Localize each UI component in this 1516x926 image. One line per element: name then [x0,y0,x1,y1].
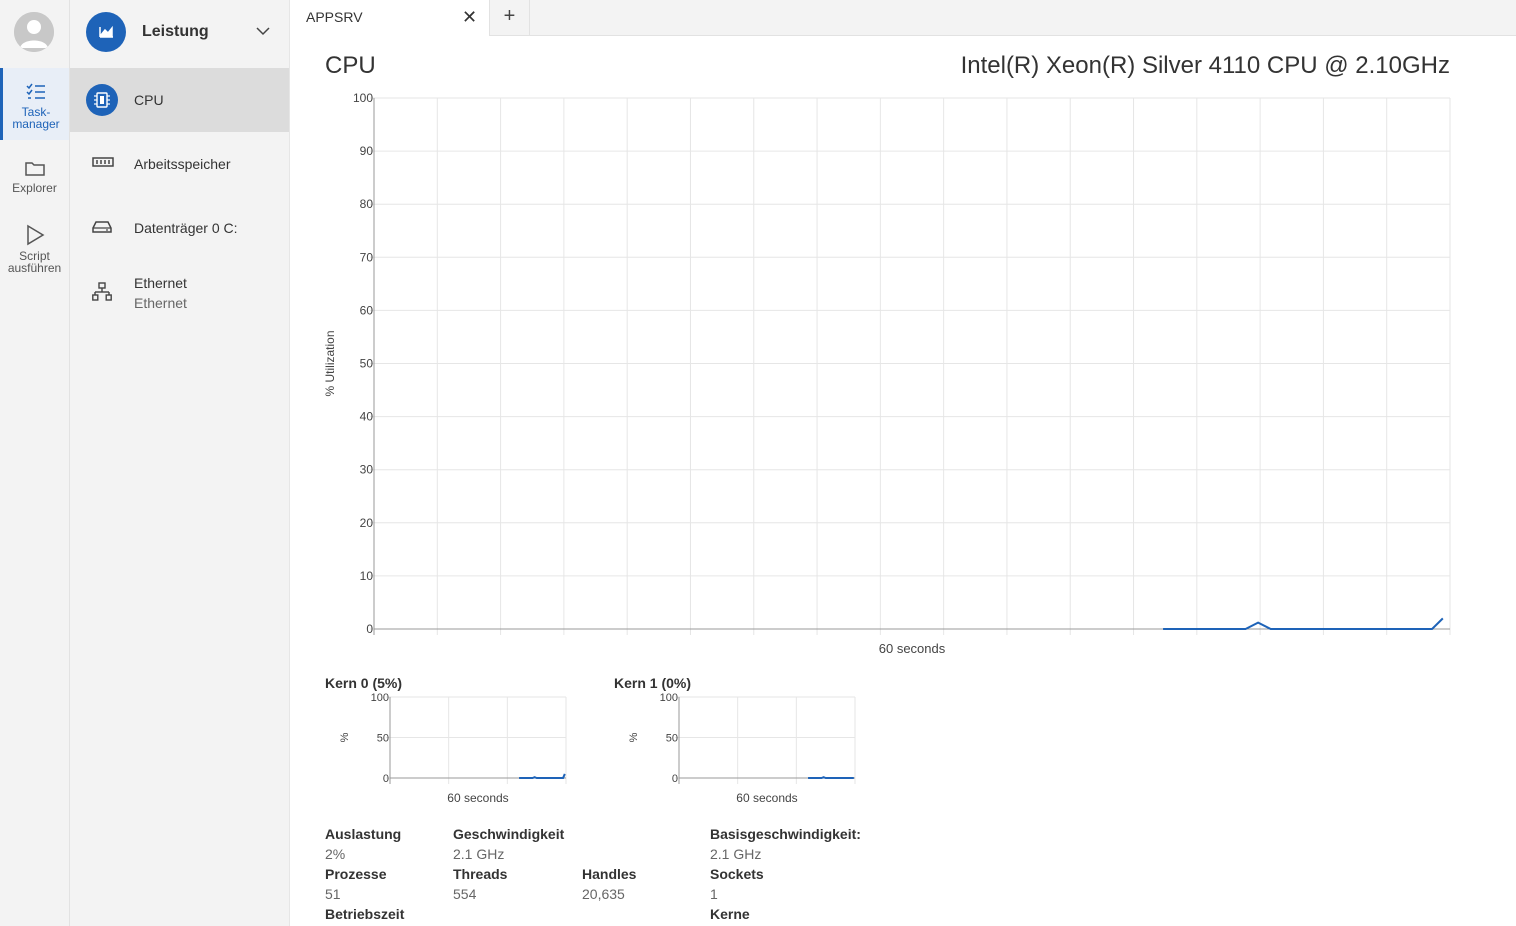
tab-appsrv[interactable]: APPSRV ✕ [290,0,490,36]
rail-item-label: manager [12,117,60,131]
nav-item-ethernet[interactable]: Ethernet Ethernet [70,260,289,324]
cpu-utilization-chart: 0 10 20 30 40 50 60 70 80 90 100 % Utilization 60 se… [323,91,1451,656]
memory-icon [92,157,114,167]
cpu-model-label: Intel(R) Xeon(R) Silver 4110 CPU @ 2.10G… [960,52,1450,79]
nav-item-cpu[interactable]: CPU [70,68,289,132]
nav-item-disk[interactable]: Datenträger 0 C: [70,196,289,260]
nav-item-sublabel: Ethernet [134,295,187,311]
y-tick-label: 100 [371,692,389,704]
stat-value-handles: 20,635 [582,886,625,902]
y-tick-label: 50 [360,357,374,371]
stat-label-betriebszeit: Betriebszeit [325,906,405,922]
nav-item-label: Arbeitsspeicher [134,156,231,172]
category-label: Leistung [142,23,209,40]
rail-item-label: ausführen [7,261,62,275]
category-dropdown[interactable]: Leistung [70,0,289,66]
stat-label-handles: Handles [582,866,637,882]
stat-label-sockets: Sockets [710,866,764,882]
stat-value-auslastung: 2% [325,846,346,862]
x-axis-label: 60 seconds [879,641,946,656]
y-tick-label: 0 [366,622,373,636]
drive-icon [92,221,112,233]
page-title: CPU [325,52,376,79]
y-tick-label: 100 [660,692,678,704]
x-axis-label: 60 seconds [447,791,508,805]
stat-label-threads: Threads [453,866,508,882]
rail-item-taskmanager[interactable]: Task- manager [0,68,69,140]
task-list-icon [26,83,45,99]
stat-label-prozesse: Prozesse [325,866,387,882]
stat-value-sockets: 1 [710,886,718,902]
x-axis-label: 60 seconds [736,791,797,805]
nav-item-label: Datenträger 0 C: [134,220,238,236]
y-tick-label: 10 [360,569,374,583]
avatar[interactable] [14,12,54,52]
rail-item-explorer[interactable]: Explorer [0,160,69,200]
y-tick-label: 30 [360,463,374,477]
close-icon[interactable]: ✕ [462,7,477,28]
series-line [1163,617,1444,630]
stat-value-prozesse: 51 [325,886,341,902]
main-content: CPU Intel(R) Xeon(R) Silver 4110 CPU @ 2… [290,36,1516,926]
y-tick-label: 70 [360,250,374,264]
chevron-down-icon [256,27,270,36]
y-tick-label: 50 [377,733,389,745]
y-axis-label: % [628,732,640,742]
y-axis-label: % [339,732,351,742]
app-rail: Task- manager Explorer Script ausführen [0,0,70,926]
nav-item-memory[interactable]: Arbeitsspeicher [70,132,289,196]
series-line [519,773,566,779]
y-tick-label: 80 [360,197,374,211]
y-tick-label: 90 [360,144,374,158]
series-line [808,776,854,779]
stat-value-geschwindigkeit: 2.1 GHz [453,846,505,862]
y-tick-label: 40 [360,410,374,424]
stat-label-basisgeschwindigkeit: Basisgeschwindigkeit: [710,826,861,842]
tab-label: APPSRV [306,9,363,25]
nav-panel: Leistung CPU Arbeitsspeicher Datenträger… [70,0,290,926]
y-tick-label: 60 [360,303,374,317]
y-tick-label: 100 [353,91,373,105]
folder-icon [24,162,45,176]
nav-item-label: CPU [134,92,164,108]
network-icon [92,282,112,301]
app-window: Task- manager Explorer Script ausführen [0,0,1516,926]
y-tick-label: 0 [383,773,389,785]
rail-item-script[interactable]: Script ausführen [0,224,69,276]
cpu-chip-icon [86,84,118,116]
user-icon [14,12,54,52]
add-tab-button[interactable]: + [490,0,530,36]
y-axis-label: % Utilization [323,330,337,396]
core-1-chart: Kern 1 (0%) 0 50 100% 60 seconds [614,675,856,805]
core-0-chart: Kern 0 (5%) 0 50 100% 60 seconds [325,675,567,805]
stat-label-auslastung: Auslastung [325,826,402,842]
y-tick-label: 0 [672,773,678,785]
play-icon [26,224,44,246]
y-tick-label: 50 [666,733,678,745]
tab-bar: APPSRV ✕ + [290,0,1516,36]
chart-title: Kern 0 (5%) [325,675,402,691]
stat-value-threads: 554 [453,886,477,902]
y-tick-label: 20 [360,516,374,530]
stat-label-kerne: Kerne [710,906,750,922]
nav-item-label: Ethernet [134,275,187,291]
performance-icon [86,12,126,52]
stat-value-basisgeschwindigkeit: 2.1 GHz [710,846,762,862]
chart-title: Kern 1 (0%) [614,675,691,691]
rail-item-label: Explorer [12,181,57,195]
stat-label-geschwindigkeit: Geschwindigkeit [453,826,565,842]
